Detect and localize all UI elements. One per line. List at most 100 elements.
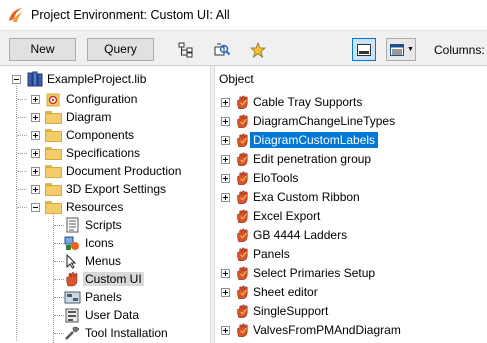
list-item[interactable]: ValvesFromPMAndDiagram: [215, 321, 487, 339]
tree-item-scripts[interactable]: Scripts: [85, 218, 122, 232]
list-item-expand-toggle[interactable]: [221, 193, 230, 202]
list-item[interactable]: Select Primaries Setup: [215, 264, 487, 282]
list-item-expand-toggle[interactable]: [221, 117, 230, 126]
list-item[interactable]: Edit penetration group: [215, 150, 487, 168]
custom-ui-hand-icon: [237, 228, 248, 242]
tree-line: [17, 99, 27, 100]
tree-line: [54, 279, 64, 280]
icons-icon: [64, 236, 79, 250]
script-icon: [66, 217, 79, 233]
list-item-label: Sheet editor: [253, 285, 318, 299]
folder-icon: [45, 183, 62, 196]
preview-pane-toggle-icon[interactable]: [352, 38, 376, 61]
tree-item-diagram[interactable]: Diagram: [66, 110, 111, 124]
tree-line: [17, 153, 27, 154]
tree-line: [17, 189, 27, 190]
tree-expand-toggle-3d-export-settings[interactable]: [31, 185, 40, 194]
list-item[interactable]: DiagramCustomLabels: [215, 131, 487, 149]
custom-ui-hand-icon: [237, 209, 248, 223]
tree-line: [54, 333, 64, 334]
app-logo-icon: [9, 8, 23, 22]
list-item-label: DiagramCustomLabels: [250, 132, 379, 148]
tree-expand-toggle-document-production[interactable]: [31, 167, 40, 176]
tree-line: [17, 117, 27, 118]
list-item-label: GB 4444 Ladders: [253, 228, 348, 242]
tree-item-document-production[interactable]: Document Production: [66, 164, 181, 178]
tree-line: [53, 212, 54, 343]
list-item[interactable]: EloTools: [215, 169, 487, 187]
tree-item-icons[interactable]: Icons: [85, 236, 114, 250]
tree-item-panels[interactable]: Panels: [85, 290, 122, 304]
tree-line: [54, 243, 64, 244]
tree-item-user-data[interactable]: User Data: [85, 308, 139, 322]
folder-icon: [45, 111, 62, 124]
custom-ui-hand-icon: [237, 190, 248, 204]
new-button[interactable]: New: [9, 38, 76, 61]
list-item-expand-toggle[interactable]: [221, 174, 230, 183]
list-item-expand-toggle[interactable]: [221, 98, 230, 107]
list-item[interactable]: DiagramChangeLineTypes: [215, 112, 487, 130]
tree-item-tool-installation[interactable]: Tool Installation: [85, 326, 168, 340]
tree-line: [16, 86, 17, 341]
list-item-expand-toggle[interactable]: [221, 288, 230, 297]
project-tree[interactable]: ExampleProject.lib Configuration Diagram C…: [0, 66, 211, 343]
tree-line: [17, 135, 27, 136]
list-item-label: Exa Custom Ribbon: [253, 190, 360, 204]
window-title: Project Environment: Custom UI: All: [31, 8, 230, 22]
object-list[interactable]: Object Cable Tray Supports DiagramChangeL…: [215, 66, 487, 343]
columns-label: Columns:: [434, 43, 485, 57]
custom-ui-hand-icon: [237, 133, 248, 147]
custom-ui-hand-icon: [66, 272, 78, 287]
custom-ui-hand-icon: [237, 285, 248, 299]
list-item-label: ValvesFromPMAndDiagram: [253, 323, 401, 337]
tool-wrench-icon: [65, 326, 80, 340]
folder-icon: [45, 201, 62, 214]
title-bar: Project Environment: Custom UI: All: [0, 0, 487, 31]
custom-ui-hand-icon: [237, 171, 248, 185]
view-options-dropdown[interactable]: ▼: [386, 38, 416, 61]
column-header-object[interactable]: Object: [219, 72, 254, 86]
tree-expand-toggle-diagram[interactable]: [31, 113, 40, 122]
custom-ui-hand-icon: [237, 323, 248, 337]
favorites-star-icon[interactable]: [246, 38, 270, 61]
hierarchy-view-icon[interactable]: [174, 38, 198, 61]
tree-item-menus[interactable]: Menus: [85, 254, 121, 268]
list-item-expand-toggle[interactable]: [221, 326, 230, 335]
query-button[interactable]: Query: [87, 38, 154, 61]
list-item[interactable]: Excel Export: [215, 207, 487, 225]
list-item-label: Edit penetration group: [253, 152, 372, 166]
list-item[interactable]: Sheet editor: [215, 283, 487, 301]
filter-tree-icon[interactable]: [210, 38, 234, 61]
tree-line: [54, 225, 64, 226]
tree-item-custom-ui[interactable]: Custom UI: [83, 272, 144, 286]
list-item[interactable]: GB 4444 Ladders: [215, 226, 487, 244]
list-item-expand-toggle[interactable]: [221, 269, 230, 278]
tree-item-configuration[interactable]: Configuration: [66, 92, 137, 106]
list-item-expand-toggle[interactable]: [221, 155, 230, 164]
list-item-expand-toggle[interactable]: [221, 136, 230, 145]
tree-line: [17, 207, 27, 208]
tree-expand-toggle-specifications[interactable]: [31, 149, 40, 158]
tree-item-specifications[interactable]: Specifications: [66, 146, 140, 160]
configuration-icon: [46, 93, 60, 107]
tree-root-label[interactable]: ExampleProject.lib: [47, 72, 146, 86]
list-item[interactable]: Panels: [215, 245, 487, 263]
folder-icon: [45, 129, 62, 142]
custom-ui-hand-icon: [237, 152, 248, 166]
list-item[interactable]: Cable Tray Supports: [215, 93, 487, 111]
tree-item-resources[interactable]: Resources: [66, 200, 123, 214]
custom-ui-hand-icon: [237, 247, 248, 261]
tree-item-3d-export-settings[interactable]: 3D Export Settings: [66, 182, 166, 196]
tree-expand-toggle-resources[interactable]: [31, 203, 40, 212]
menu-cursor-icon: [66, 253, 77, 269]
custom-ui-hand-icon: [237, 266, 248, 280]
user-data-icon: [65, 308, 79, 323]
list-item-label: Cable Tray Supports: [253, 95, 363, 109]
root-collapse-toggle[interactable]: [12, 75, 21, 84]
list-item-label: Excel Export: [253, 209, 321, 223]
tree-expand-toggle-configuration[interactable]: [31, 95, 40, 104]
list-item[interactable]: SingleSupport: [215, 302, 487, 320]
tree-expand-toggle-components[interactable]: [31, 131, 40, 140]
list-item[interactable]: Exa Custom Ribbon: [215, 188, 487, 206]
tree-item-components[interactable]: Components: [66, 128, 134, 142]
